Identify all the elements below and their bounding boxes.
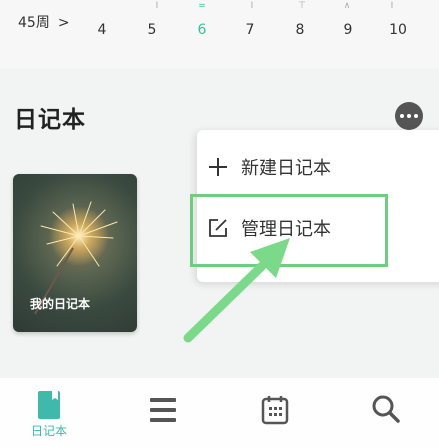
search-icon — [372, 395, 400, 423]
list-icon — [150, 398, 176, 422]
tab-diary-label: 日记本 — [30, 424, 67, 438]
notebook-title: 我的日记本 — [30, 297, 91, 311]
weekday-mark: I — [155, 1, 159, 11]
week-strip: I = I ⊤ ∧ I 45周 > 4 5 6 7 8 9 10 — [0, 0, 439, 68]
weekday-mark: = — [198, 1, 206, 11]
notebook-icon — [38, 391, 60, 419]
new-notebook-label: 新建日记本 — [241, 158, 331, 179]
tab-calendar[interactable] — [255, 394, 295, 444]
more-dot — [414, 114, 418, 118]
page-title: 日记本 — [14, 107, 86, 133]
tab-search[interactable] — [366, 394, 406, 444]
week-selector[interactable]: 45周 > — [18, 12, 70, 32]
notebook-card[interactable]: 我的日记本 — [13, 174, 137, 332]
highlight-box — [190, 194, 388, 267]
day-9[interactable]: 9 — [336, 22, 360, 38]
tab-diary[interactable]: 日记本 — [29, 390, 69, 440]
day-7[interactable]: 7 — [238, 22, 262, 38]
day-5[interactable]: 5 — [140, 22, 164, 38]
more-dot — [407, 114, 411, 118]
day-8[interactable]: 8 — [288, 22, 312, 38]
weekday-mark: ⊤ — [298, 1, 306, 11]
week-label: 45周 — [18, 15, 50, 31]
new-notebook-menu-item[interactable]: 新建日记本 — [207, 149, 331, 185]
day-10[interactable]: 10 — [386, 22, 410, 38]
more-dot — [400, 114, 404, 118]
day-4[interactable]: 4 — [90, 22, 114, 38]
tab-list[interactable] — [143, 396, 183, 446]
weekday-mark: ∧ — [343, 1, 351, 11]
weekday-mark: I — [250, 1, 254, 11]
more-options-button[interactable] — [395, 102, 423, 130]
chevron-right-icon: > — [57, 15, 70, 31]
weekday-mark: I — [390, 1, 394, 11]
day-6-today[interactable]: 6 — [190, 22, 214, 38]
bottom-tab-bar: 日记本 — [0, 378, 439, 447]
plus-icon — [207, 156, 229, 178]
calendar-icon — [261, 396, 289, 425]
